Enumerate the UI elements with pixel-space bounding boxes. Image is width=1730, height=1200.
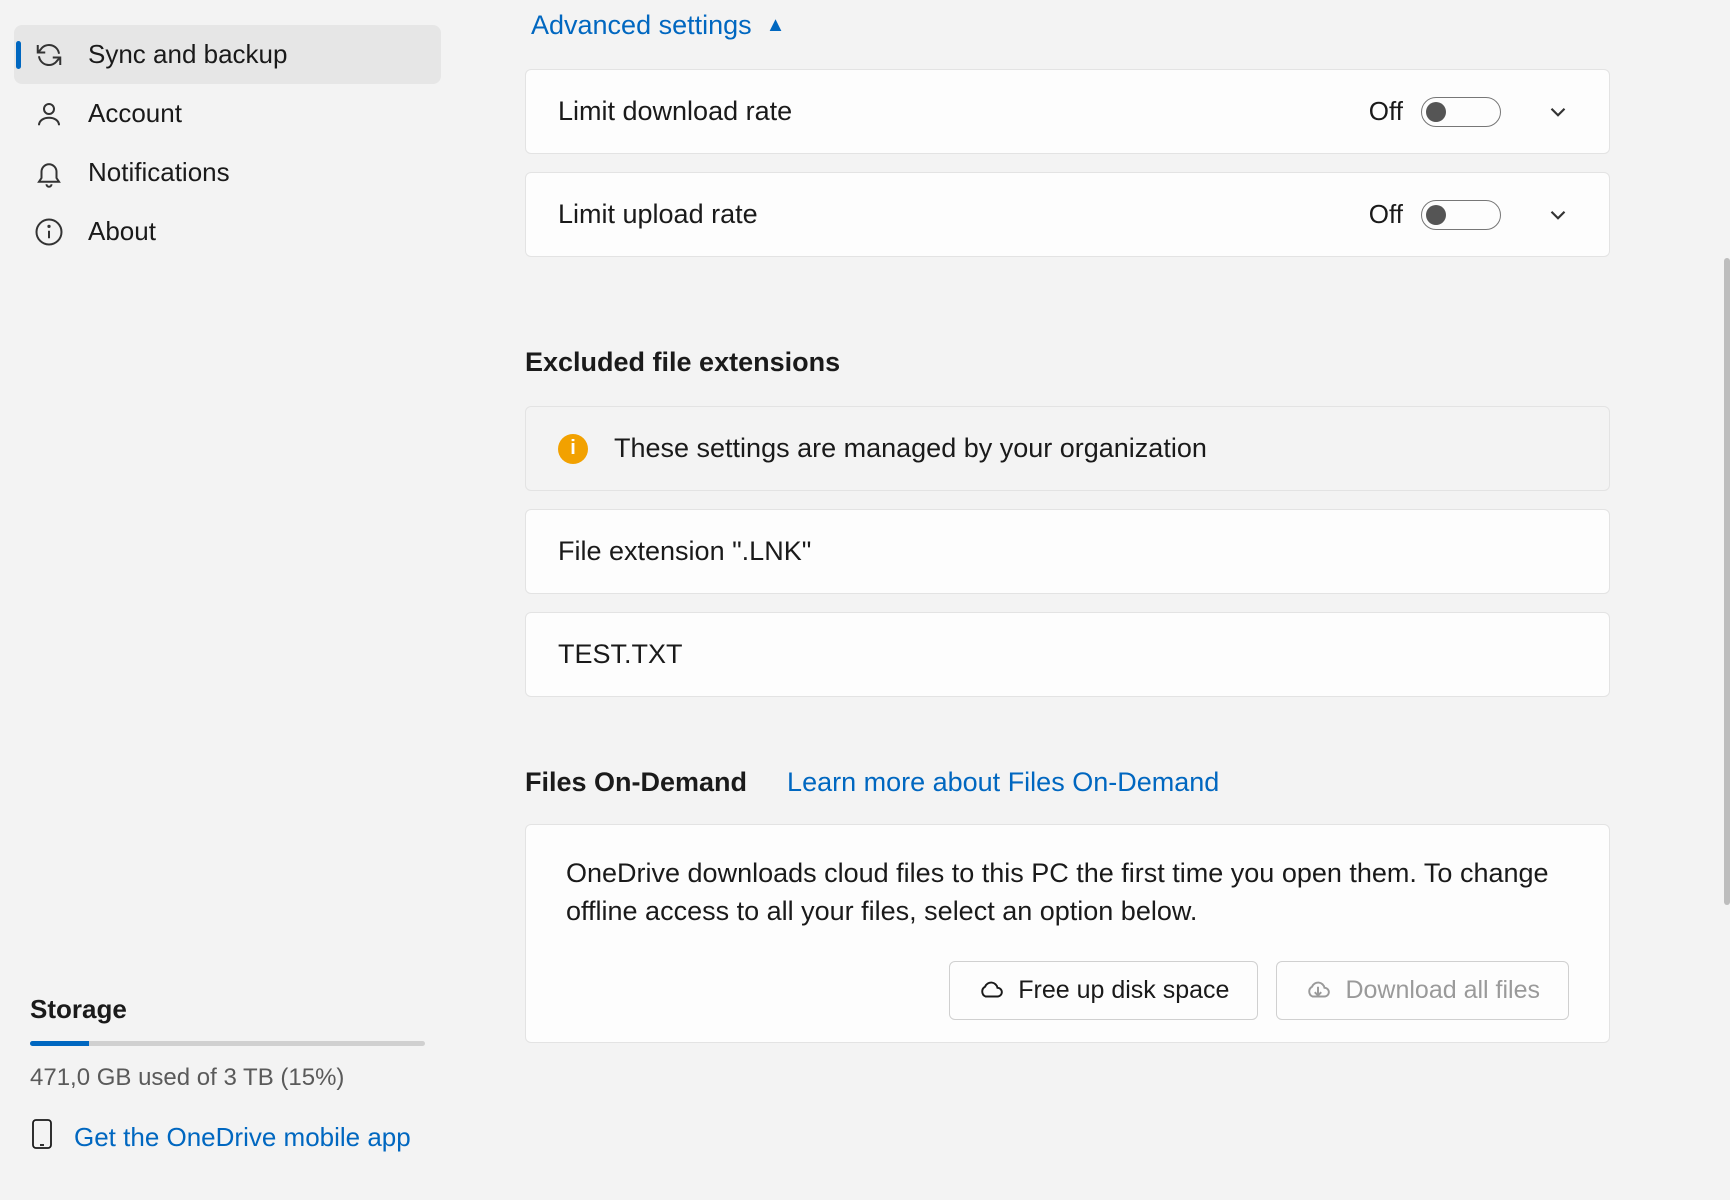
scrollbar-thumb[interactable]: [1724, 258, 1730, 905]
advanced-settings-link[interactable]: Advanced settings ▲: [525, 10, 785, 41]
excluded-extension-row: File extension ".LNK": [525, 509, 1610, 594]
get-mobile-app-link[interactable]: Get the OneDrive mobile app: [30, 1118, 425, 1157]
sidebar-bottom: Storage 471,0 GB used of 3 TB (15%) Get …: [14, 984, 441, 1175]
org-managed-info: i These settings are managed by your org…: [525, 406, 1610, 491]
learn-more-fod-link[interactable]: Learn more about Files On-Demand: [787, 767, 1219, 798]
caret-up-icon: ▲: [766, 14, 786, 37]
storage-text: 471,0 GB used of 3 TB (15%): [30, 1064, 425, 1092]
files-on-demand-header: Files On-Demand Learn more about Files O…: [525, 767, 1610, 798]
sidebar-item-label: Sync and backup: [88, 39, 287, 70]
limit-upload-state: Off: [1369, 199, 1403, 230]
limit-upload-toggle[interactable]: [1421, 200, 1501, 230]
sidebar-item-sync-backup[interactable]: Sync and backup: [14, 25, 441, 84]
limit-download-toggle[interactable]: [1421, 97, 1501, 127]
free-up-label: Free up disk space: [1018, 976, 1229, 1005]
sidebar-item-label: Account: [88, 98, 182, 129]
files-on-demand-buttons: Free up disk space Download all files: [566, 961, 1569, 1020]
phone-icon: [30, 1118, 54, 1157]
cloud-icon: [978, 977, 1004, 1003]
mobile-link-label: Get the OneDrive mobile app: [74, 1122, 411, 1153]
advanced-settings-label: Advanced settings: [531, 10, 752, 41]
limit-upload-rate-row[interactable]: Limit upload rate Off: [525, 172, 1610, 257]
excluded-extension-row: TEST.TXT: [525, 612, 1610, 697]
chevron-down-icon: [1545, 202, 1571, 228]
sync-icon: [34, 40, 64, 70]
limit-download-label: Limit download rate: [558, 96, 1369, 127]
excluded-extension-label: File extension ".LNK": [558, 536, 1571, 567]
free-up-disk-space-button[interactable]: Free up disk space: [949, 961, 1258, 1020]
person-icon: [34, 99, 64, 129]
limit-download-expand[interactable]: [1501, 99, 1571, 125]
limit-download-toggle-wrap: Off: [1369, 96, 1501, 127]
files-on-demand-card: OneDrive downloads cloud files to this P…: [525, 824, 1610, 1043]
sidebar-item-label: Notifications: [88, 157, 230, 188]
sidebar-item-notifications[interactable]: Notifications: [14, 143, 441, 202]
storage-title: Storage: [30, 994, 425, 1025]
cloud-download-icon: [1305, 977, 1331, 1003]
excluded-extensions-title: Excluded file extensions: [525, 347, 1610, 378]
limit-upload-expand[interactable]: [1501, 202, 1571, 228]
download-all-files-button[interactable]: Download all files: [1276, 961, 1569, 1020]
download-all-label: Download all files: [1345, 976, 1540, 1005]
limit-upload-label: Limit upload rate: [558, 199, 1369, 230]
sidebar: Sync and backup Account Notifications Ab…: [0, 0, 455, 1200]
files-on-demand-title: Files On-Demand: [525, 767, 747, 798]
info-badge-icon: i: [558, 434, 588, 464]
storage-bar-fill: [30, 1041, 89, 1046]
sidebar-item-about[interactable]: About: [14, 202, 441, 261]
scrollbar[interactable]: [1724, 0, 1730, 1200]
sidebar-nav: Sync and backup Account Notifications Ab…: [14, 25, 441, 984]
excluded-extension-label: TEST.TXT: [558, 639, 1571, 670]
chevron-down-icon: [1545, 99, 1571, 125]
limit-download-rate-row[interactable]: Limit download rate Off: [525, 69, 1610, 154]
org-managed-text: These settings are managed by your organ…: [614, 433, 1571, 464]
storage-bar: [30, 1041, 425, 1046]
sidebar-item-label: About: [88, 216, 156, 247]
bell-icon: [34, 158, 64, 188]
files-on-demand-desc: OneDrive downloads cloud files to this P…: [566, 855, 1569, 931]
sidebar-item-account[interactable]: Account: [14, 84, 441, 143]
limit-upload-toggle-wrap: Off: [1369, 199, 1501, 230]
main-content: Advanced settings ▲ Limit download rate …: [455, 0, 1730, 1200]
limit-download-state: Off: [1369, 96, 1403, 127]
info-icon: [34, 217, 64, 247]
